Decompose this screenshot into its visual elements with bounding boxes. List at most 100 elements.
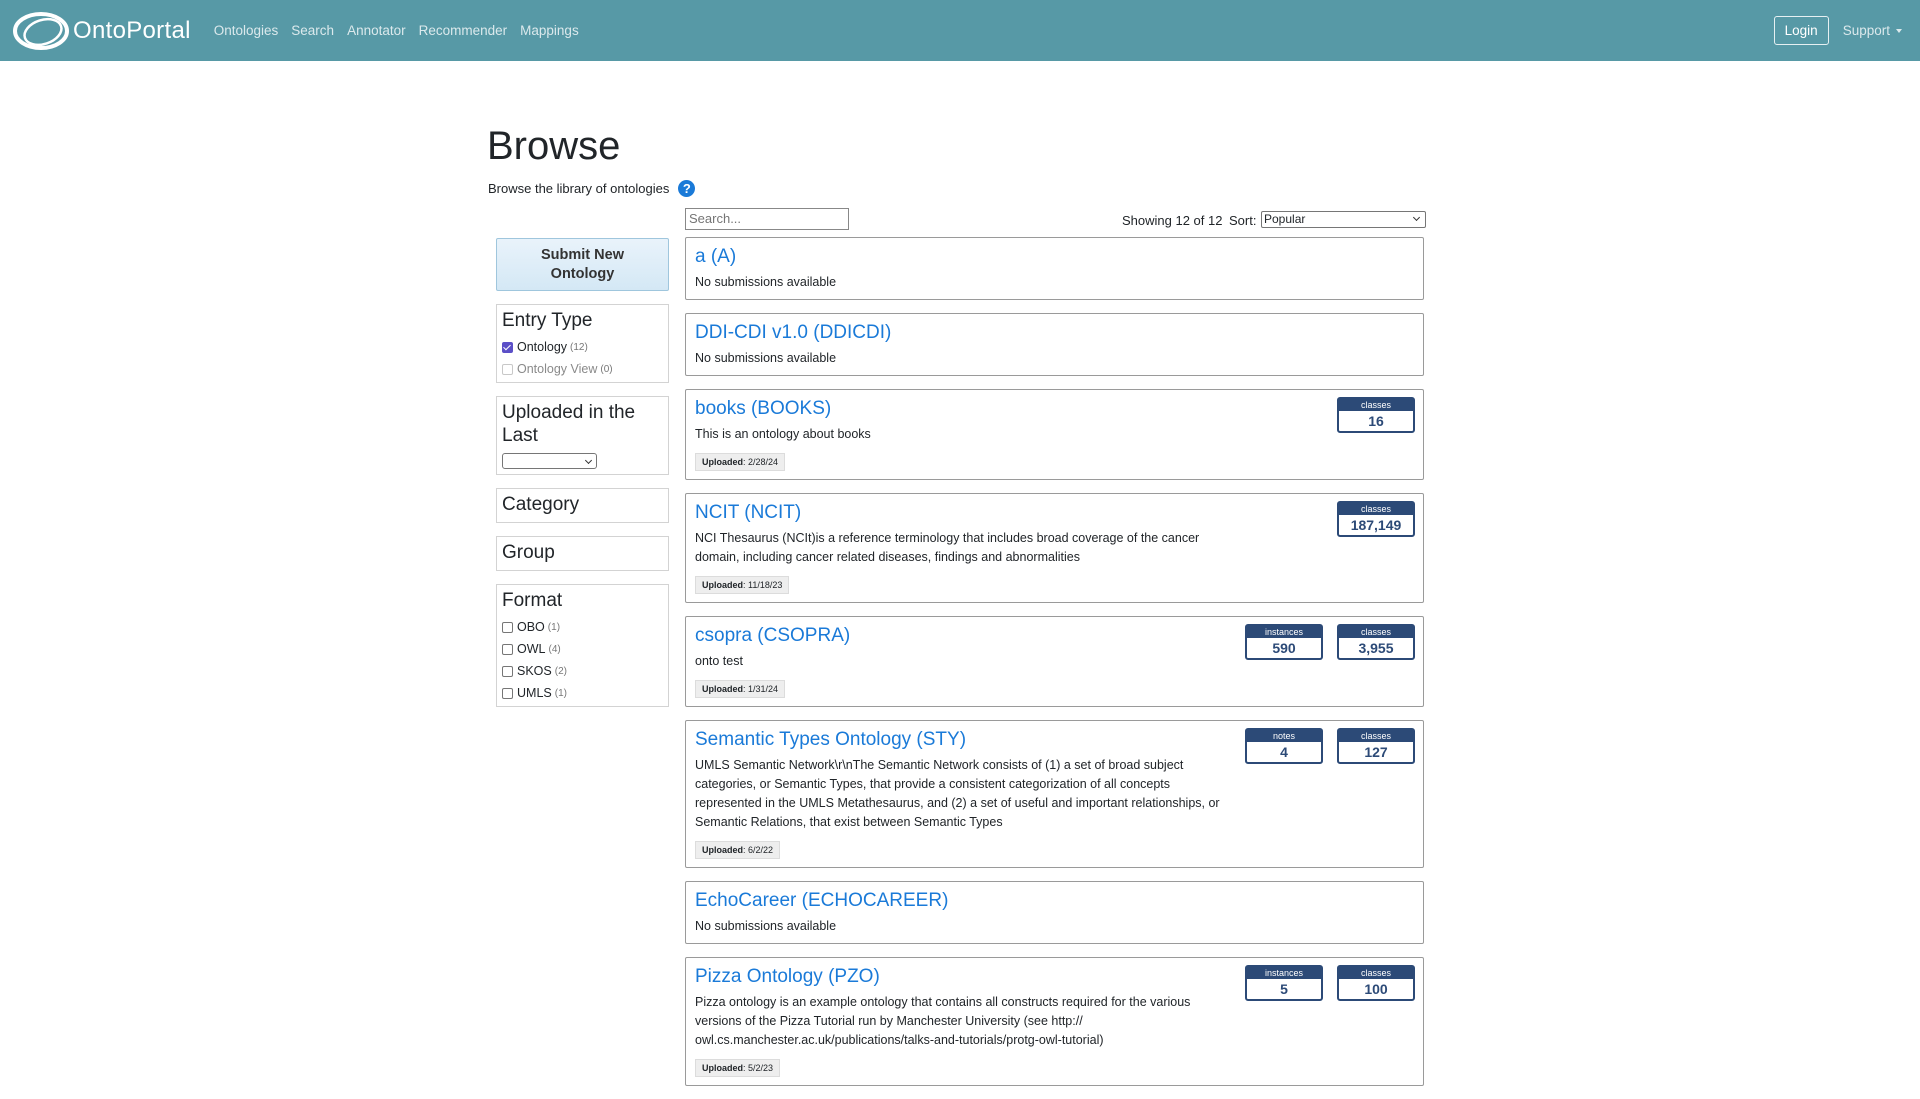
ontology-card: csopra (CSOPRA) onto test Uploaded: 1/31… xyxy=(685,616,1424,707)
metric-value: 187,149 xyxy=(1350,517,1402,533)
metrics: instances 590 classes 3,955 xyxy=(1231,624,1415,660)
checkbox[interactable] xyxy=(502,621,513,633)
checkbox[interactable] xyxy=(502,363,513,375)
checkbox[interactable] xyxy=(502,643,513,655)
nav-annotator[interactable]: Annotator xyxy=(347,23,406,38)
facet-option-owl[interactable]: OWL (4) xyxy=(502,642,664,656)
facet-format: Format OBO (1) OWL (4) SKOS (2) UMLS (1) xyxy=(496,584,669,707)
subtitle-text: Browse the library of ontologies xyxy=(488,181,670,196)
uploaded-label: Uploaded xyxy=(702,1063,744,1073)
ontology-list: a (A) No submissions available DDI-CDI v… xyxy=(685,237,1424,1099)
ontology-card: NCIT (NCIT) NCI Thesaurus (NCIt)is a ref… xyxy=(685,493,1424,603)
facet-uploaded: Uploaded in the Last xyxy=(496,396,669,475)
option-count: (0) xyxy=(600,363,613,375)
facet-option-ontology[interactable]: Ontology (12) xyxy=(502,340,664,354)
sort-label: Sort: xyxy=(1229,213,1257,228)
metric-classes: classes 187,149 xyxy=(1337,501,1415,537)
facet-title: Group xyxy=(502,542,555,563)
nav-ontologies[interactable]: Ontologies xyxy=(214,23,279,38)
metric-classes: classes 100 xyxy=(1337,965,1415,1001)
metric-label: classes xyxy=(1339,503,1413,515)
page-subtitle: Browse the library of ontologies ? xyxy=(488,180,696,197)
option-count: (2) xyxy=(554,665,567,677)
ontology-title-link[interactable]: EchoCareer (ECHOCAREER) xyxy=(695,889,1414,913)
submit-label-1: Submit New xyxy=(541,246,624,263)
facet-option-ontology-view[interactable]: Ontology View (0) xyxy=(502,362,664,376)
ontology-description: No submissions available xyxy=(695,919,837,933)
nav-right: Login Support xyxy=(1773,0,1902,61)
ontoportal-logo-icon xyxy=(13,11,69,50)
checkbox[interactable] xyxy=(502,687,513,699)
ontology-search-input[interactable] xyxy=(685,208,849,230)
sort-value: Popular xyxy=(1264,212,1306,226)
uploaded-label: Uploaded xyxy=(702,845,744,855)
metrics: notes 4 classes 127 xyxy=(1231,728,1415,764)
ontology-card: a (A) No submissions available xyxy=(685,237,1424,300)
option-label: UMLS xyxy=(517,686,552,700)
ontology-description: onto test xyxy=(695,654,743,668)
support-menu[interactable]: Support xyxy=(1843,23,1902,38)
ontology-title-link[interactable]: books (BOOKS) xyxy=(695,397,1414,421)
top-navbar: OntoPortal Ontologies Search Annotator R… xyxy=(0,0,1920,61)
sort-select[interactable]: Popular xyxy=(1261,211,1426,228)
uploaded-badge: Uploaded: 1/31/24 xyxy=(695,680,786,698)
ontology-title-link[interactable]: a (A) xyxy=(695,245,1414,269)
metric-label: instances xyxy=(1247,626,1321,638)
metric-value: 5 xyxy=(1280,981,1288,997)
metric-label: classes xyxy=(1339,626,1413,638)
metric-label: instances xyxy=(1247,967,1321,979)
nav-recommender[interactable]: Recommender xyxy=(419,23,508,38)
metric-label: notes xyxy=(1247,730,1321,742)
facet-title: Format xyxy=(502,590,563,611)
option-count: (4) xyxy=(548,643,561,655)
ontology-description: No submissions available xyxy=(695,275,837,289)
facet-title: Uploaded in the Last xyxy=(502,402,636,446)
metric-label: classes xyxy=(1339,730,1413,742)
help-icon[interactable]: ? xyxy=(678,180,696,197)
main-nav: Ontologies Search Annotator Recommender … xyxy=(214,23,592,38)
option-label: OWL xyxy=(517,642,546,656)
facet-title: Category xyxy=(502,494,580,515)
uploaded-badge: Uploaded: 2/28/24 xyxy=(695,453,786,471)
login-button[interactable]: Login xyxy=(1773,16,1829,45)
metric-instances: instances 590 xyxy=(1245,624,1323,660)
result-count: Showing 12 of 12 xyxy=(1122,213,1223,228)
uploaded-badge: Uploaded: 6/2/22 xyxy=(695,841,781,859)
ontology-title-link[interactable]: NCIT (NCIT) xyxy=(695,501,1414,525)
uploaded-label: Uploaded xyxy=(702,684,744,694)
ontology-description: NCI Thesaurus (NCIt)is a reference termi… xyxy=(695,531,1200,564)
metric-label: classes xyxy=(1339,399,1413,411)
ontology-card: Semantic Types Ontology (STY) UMLS Seman… xyxy=(685,720,1424,868)
metric-classes: classes 16 xyxy=(1337,397,1415,433)
facet-category[interactable]: Category xyxy=(496,488,669,523)
ontology-description: Pizza ontology is an example ontology th… xyxy=(695,995,1191,1047)
facet-group[interactable]: Group xyxy=(496,536,669,571)
ontology-description: UMLS Semantic Network\r\nThe Semantic Ne… xyxy=(695,758,1220,829)
nav-mappings[interactable]: Mappings xyxy=(520,23,579,38)
metric-notes: notes 4 xyxy=(1245,728,1323,764)
ontology-title-link[interactable]: DDI-CDI v1.0 (DDICDI) xyxy=(695,321,1414,345)
metric-value: 4 xyxy=(1280,744,1288,760)
uploaded-badge: Uploaded: 5/2/23 xyxy=(695,1059,781,1077)
facet-option-obo[interactable]: OBO (1) xyxy=(502,620,664,634)
metric-classes: classes 127 xyxy=(1337,728,1415,764)
metric-value: 100 xyxy=(1364,981,1388,997)
uploaded-select[interactable] xyxy=(502,453,597,469)
option-label: Ontology xyxy=(517,340,568,354)
checkbox-checked[interactable] xyxy=(502,341,513,353)
checkbox[interactable] xyxy=(502,665,513,677)
ontology-description: No submissions available xyxy=(695,351,837,365)
facet-option-skos[interactable]: SKOS (2) xyxy=(502,664,664,678)
option-count: (1) xyxy=(554,687,567,699)
nav-search[interactable]: Search xyxy=(291,23,334,38)
submit-new-ontology-button[interactable]: Submit New Ontology xyxy=(496,238,669,291)
page-title: Browse xyxy=(487,124,621,168)
metric-value: 16 xyxy=(1368,413,1384,429)
brand[interactable]: OntoPortal xyxy=(12,0,191,61)
ontology-card: books (BOOKS) This is an ontology about … xyxy=(685,389,1424,480)
option-label: SKOS xyxy=(517,664,552,678)
facet-option-umls[interactable]: UMLS (1) xyxy=(502,686,664,700)
facet-entry-type: Entry Type Ontology (12) Ontology View (… xyxy=(496,304,669,383)
option-label: Ontology View xyxy=(517,362,598,376)
option-label: OBO xyxy=(517,620,545,634)
